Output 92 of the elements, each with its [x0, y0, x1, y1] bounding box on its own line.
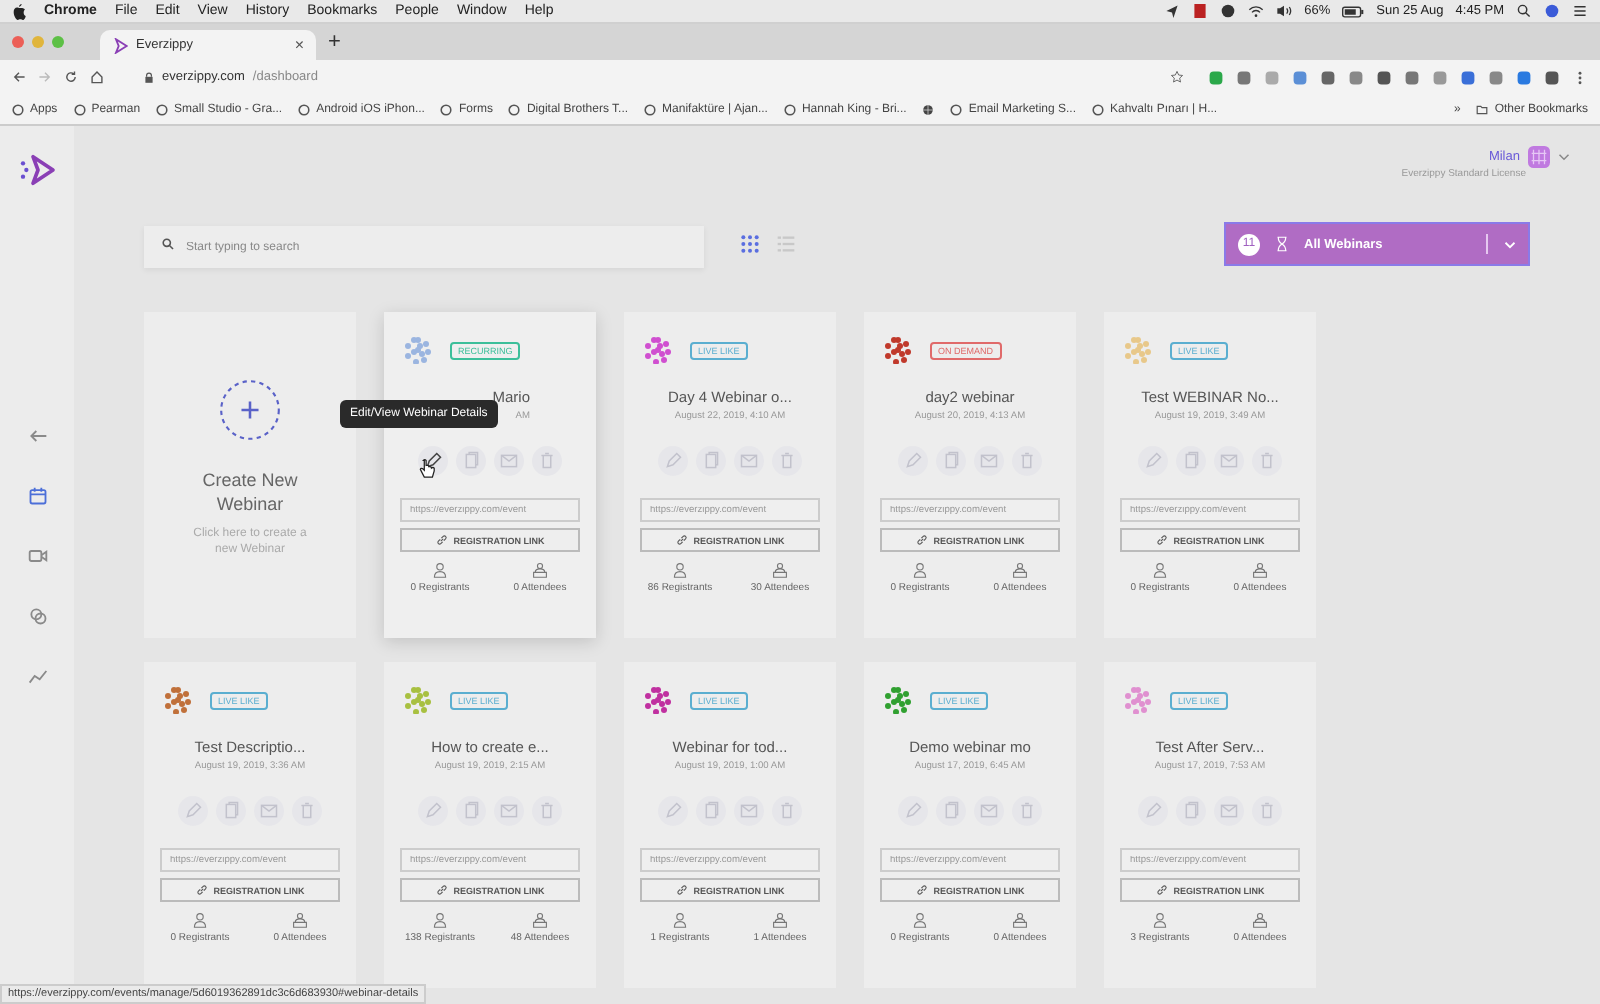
- person-icon: [1152, 912, 1168, 928]
- trash-icon[interactable]: [1252, 796, 1282, 826]
- mail-icon[interactable]: [254, 796, 284, 826]
- site-icon: [950, 103, 963, 115]
- caret-icon[interactable]: [1558, 152, 1570, 162]
- apple-icon[interactable]: [12, 3, 26, 19]
- copy-icon[interactable]: [936, 446, 966, 476]
- reload-icon[interactable]: [64, 70, 78, 84]
- globe-icon[interactable]: [922, 103, 935, 115]
- person-icon: [432, 912, 448, 928]
- add-icon: [218, 378, 282, 443]
- site-icon: [298, 103, 311, 115]
- person-icon: [912, 562, 928, 578]
- copy-icon[interactable]: [696, 796, 726, 826]
- trash-icon[interactable]: [532, 796, 562, 826]
- trash-icon[interactable]: [1252, 446, 1282, 476]
- hand-cursor-icon: [418, 458, 436, 480]
- attendees-icon: [532, 912, 548, 928]
- caret-icon: [1504, 239, 1516, 249]
- copy-icon[interactable]: [456, 796, 486, 826]
- location-arrow-icon[interactable]: [1164, 4, 1181, 18]
- site-icon: [440, 103, 453, 115]
- new-tab-button[interactable]: +: [328, 30, 341, 54]
- logo-icon: [112, 37, 128, 53]
- link-icon: [1155, 534, 1168, 546]
- tab-close[interactable]: ×: [294, 36, 304, 54]
- app-icon[interactable]: [1192, 4, 1209, 18]
- star-icon[interactable]: [1170, 70, 1184, 84]
- trash-icon[interactable]: [532, 446, 562, 476]
- hourglass-icon: [1276, 236, 1288, 252]
- back-icon[interactable]: [12, 70, 26, 84]
- person-icon: [912, 912, 928, 928]
- copy-icon[interactable]: [216, 796, 246, 826]
- trash-icon[interactable]: [1012, 446, 1042, 476]
- copy-icon[interactable]: [936, 796, 966, 826]
- menu-icon[interactable]: [1572, 4, 1588, 18]
- lock-icon: [144, 71, 154, 83]
- site-icon: [508, 103, 521, 115]
- trash-icon[interactable]: [292, 796, 322, 826]
- attendees-icon: [1252, 562, 1268, 578]
- mail-icon[interactable]: [494, 796, 524, 826]
- mail-icon[interactable]: [494, 446, 524, 476]
- mail-icon[interactable]: [974, 446, 1004, 476]
- trash-icon[interactable]: [1012, 796, 1042, 826]
- attendees-icon: [532, 562, 548, 578]
- mail-icon[interactable]: [1214, 446, 1244, 476]
- site-icon: [156, 103, 169, 115]
- link-icon: [915, 534, 928, 546]
- link-icon: [435, 534, 448, 546]
- link-icon: [675, 534, 688, 546]
- person-icon: [1152, 562, 1168, 578]
- mail-icon[interactable]: [974, 796, 1004, 826]
- link-icon: [675, 884, 688, 896]
- site-icon: [1092, 103, 1104, 115]
- trash-icon[interactable]: [772, 796, 802, 826]
- copy-icon[interactable]: [1176, 796, 1206, 826]
- mail-icon[interactable]: [734, 796, 764, 826]
- avatar-icon[interactable]: [1528, 146, 1550, 168]
- link-icon: [1155, 884, 1168, 896]
- folder-icon: [1476, 103, 1489, 115]
- site-icon: [12, 103, 24, 115]
- copy-icon[interactable]: [696, 446, 726, 476]
- trash-icon[interactable]: [772, 446, 802, 476]
- site-icon: [73, 103, 86, 115]
- attendees-icon: [772, 912, 788, 928]
- search-icon[interactable]: [1516, 4, 1532, 18]
- volume-icon[interactable]: [1276, 4, 1293, 18]
- site-icon: [783, 103, 796, 115]
- battery-icon[interactable]: [1342, 5, 1365, 17]
- person-icon: [192, 912, 208, 928]
- attendees-icon: [1252, 912, 1268, 928]
- copy-icon[interactable]: [1176, 446, 1206, 476]
- wifi-icon[interactable]: [1248, 4, 1265, 18]
- link-icon: [435, 884, 448, 896]
- logo-icon[interactable]: [17, 150, 57, 190]
- person-icon: [672, 912, 688, 928]
- mail-icon[interactable]: [1214, 796, 1244, 826]
- attendees-icon: [1012, 912, 1028, 928]
- list-view-icon[interactable]: [776, 234, 796, 254]
- attendees-icon: [1012, 562, 1028, 578]
- link-icon: [915, 884, 928, 896]
- attendees-icon: [292, 912, 308, 928]
- home-icon[interactable]: [90, 70, 104, 84]
- forward-icon[interactable]: [38, 70, 52, 84]
- person-icon: [432, 562, 448, 578]
- attendees-icon: [772, 562, 788, 578]
- site-icon: [644, 103, 657, 115]
- grid-view-icon[interactable]: [740, 234, 760, 254]
- link-icon: [195, 884, 208, 896]
- person-icon: [672, 562, 688, 578]
- mail-icon[interactable]: [734, 446, 764, 476]
- create-title: Create New Webinar: [200, 470, 300, 517]
